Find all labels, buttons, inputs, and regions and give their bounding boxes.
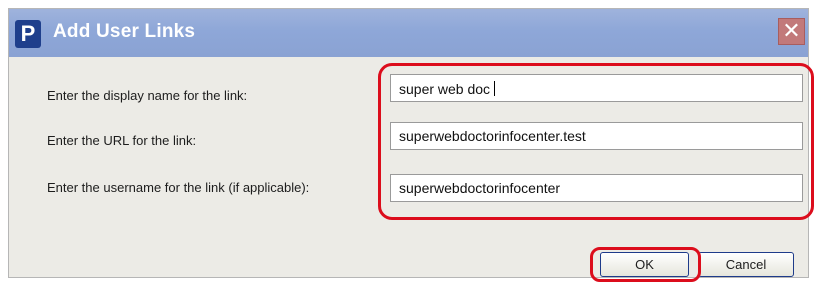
title-bar[interactable]: P Add User Links ✕ xyxy=(9,9,808,58)
add-user-links-dialog: P Add User Links ✕ Enter the display nam… xyxy=(8,8,814,282)
username-input[interactable]: superwebdoctorinfocenter xyxy=(390,174,803,202)
app-logo-icon: P xyxy=(15,20,41,48)
display-name-label: Enter the display name for the link: xyxy=(47,88,248,103)
username-label: Enter the username for the link (if appl… xyxy=(47,180,310,195)
text-caret xyxy=(494,81,496,96)
url-label: Enter the URL for the link: xyxy=(47,133,197,148)
cancel-button[interactable]: Cancel xyxy=(698,252,794,277)
ok-button[interactable]: OK xyxy=(600,252,689,277)
url-input[interactable]: superwebdoctorinfocenter.test xyxy=(390,122,803,150)
dialog-title: Add User Links xyxy=(53,21,196,42)
url-value: superwebdoctorinfocenter.test xyxy=(399,128,586,144)
username-value: superwebdoctorinfocenter xyxy=(399,180,561,196)
close-icon[interactable]: ✕ xyxy=(778,18,805,45)
display-name-value: super web doc xyxy=(399,81,491,97)
display-name-input[interactable]: super web doc xyxy=(390,74,803,102)
